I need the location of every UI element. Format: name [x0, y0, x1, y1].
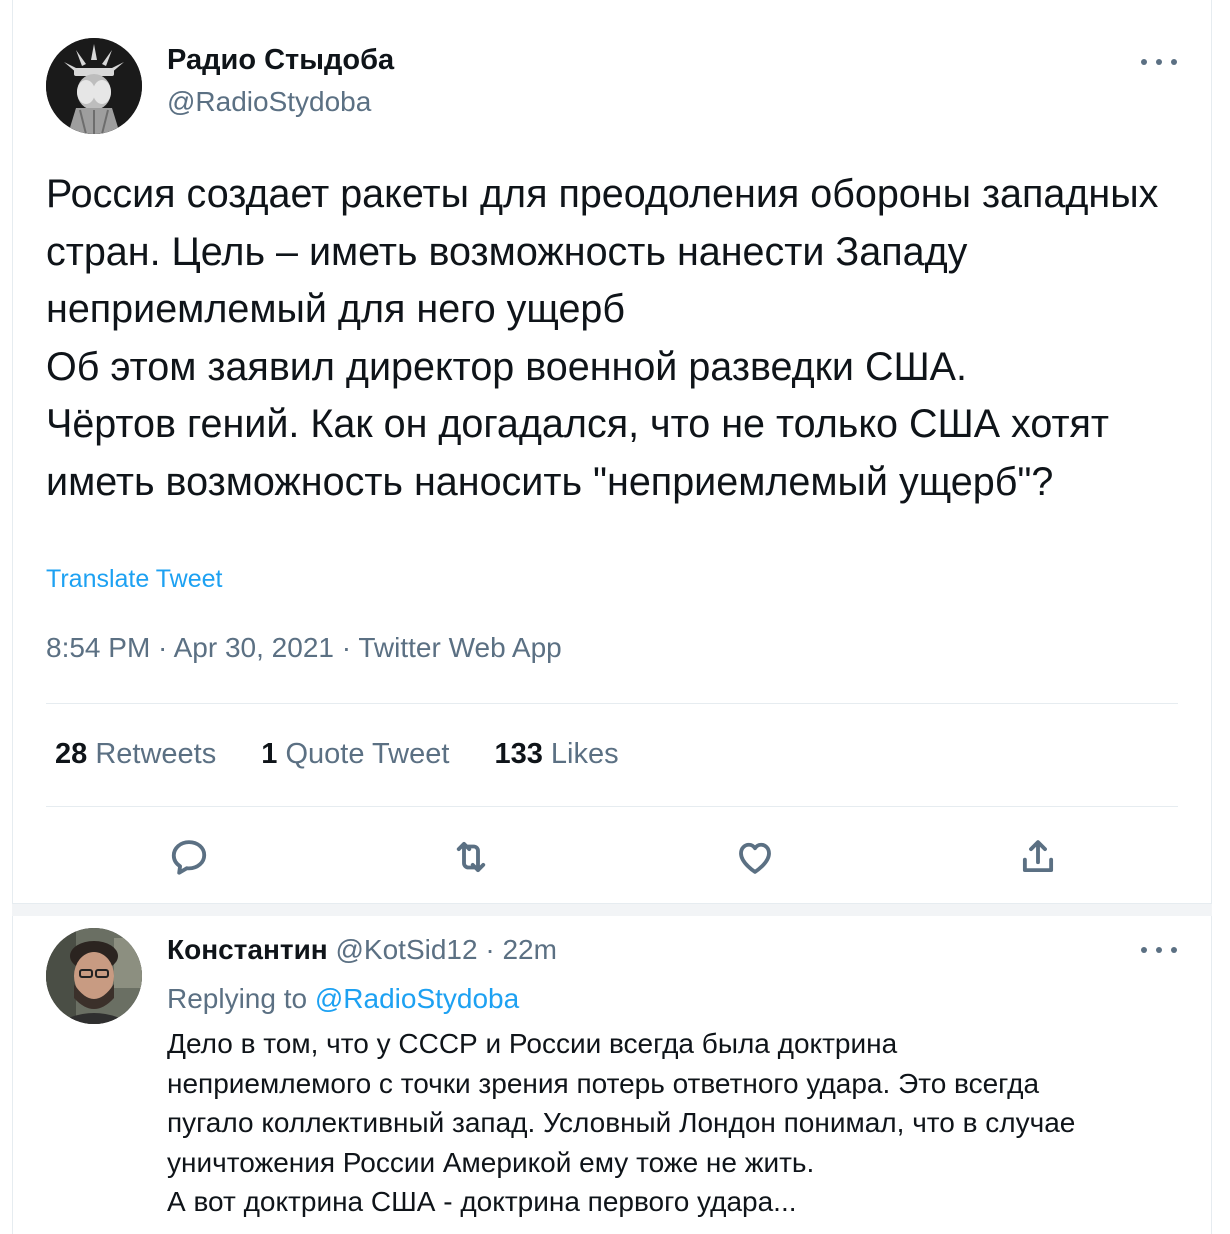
reply-author-name[interactable]: Константин [167, 934, 328, 965]
retweets-count: 28 [55, 738, 88, 770]
like-button[interactable] [730, 834, 780, 880]
quotes-stat[interactable]: 1 Quote Tweet [261, 738, 449, 771]
tweet-stats: 28 Retweets 1 Quote Tweet 133 Likes [55, 738, 656, 771]
tweet-text: Россия создает ракеты для преодоления об… [46, 172, 1159, 504]
reply-more-options-icon[interactable] [1141, 940, 1177, 960]
like-icon [739, 842, 771, 874]
likes-count: 133 [494, 738, 543, 770]
meta-separator: · [150, 632, 174, 663]
reply-icon [171, 840, 207, 875]
reply-meta-separator: · [477, 934, 503, 965]
divider [46, 806, 1178, 807]
person-avatar-image [46, 928, 142, 1024]
author-handle[interactable]: @RadioStydoba [167, 86, 371, 118]
share-icon [1022, 840, 1054, 873]
likes-stat[interactable]: 133 Likes [494, 738, 618, 771]
retweets-label: Retweets [95, 738, 217, 770]
reply-author-handle[interactable]: @KotSid12 [336, 934, 478, 965]
retweet-button[interactable] [446, 834, 496, 880]
tweet-source[interactable]: Twitter Web App [358, 632, 561, 663]
tweet-time[interactable]: 8:54 PM [46, 632, 150, 663]
reply-separator [12, 903, 1212, 916]
statue-avatar-image [46, 38, 142, 134]
replying-to-prefix: Replying to [167, 983, 315, 1014]
replying-to-link[interactable]: @RadioStydoba [315, 983, 519, 1014]
author-avatar[interactable] [46, 38, 142, 134]
author-name[interactable]: Радио Стыдоба [167, 44, 394, 77]
translate-tweet-link[interactable]: Translate Tweet [46, 565, 222, 594]
quotes-count: 1 [261, 738, 278, 770]
likes-label: Likes [550, 738, 619, 770]
share-button[interactable] [1013, 834, 1063, 880]
reply-author-avatar[interactable] [46, 928, 142, 1024]
tweet-date[interactable]: Apr 30, 2021 [174, 632, 334, 663]
reply-time[interactable]: 22m [502, 934, 556, 965]
quotes-label: Quote Tweet [285, 738, 450, 770]
retweet-icon [456, 841, 486, 873]
reply-header: Константин @KotSid12 · 22m [167, 934, 557, 966]
retweets-stat[interactable]: 28 Retweets [55, 738, 216, 771]
tweet-meta: 8:54 PM · Apr 30, 2021 · Twitter Web App [46, 632, 562, 664]
replying-to-line: Replying to @RadioStydoba [167, 983, 519, 1015]
meta-separator: · [333, 632, 359, 663]
reply-text: Дело в том, что у СССР и России всегда б… [167, 1028, 1076, 1217]
divider [46, 703, 1178, 704]
more-options-icon[interactable] [1141, 52, 1177, 72]
reply-button[interactable] [164, 834, 214, 880]
